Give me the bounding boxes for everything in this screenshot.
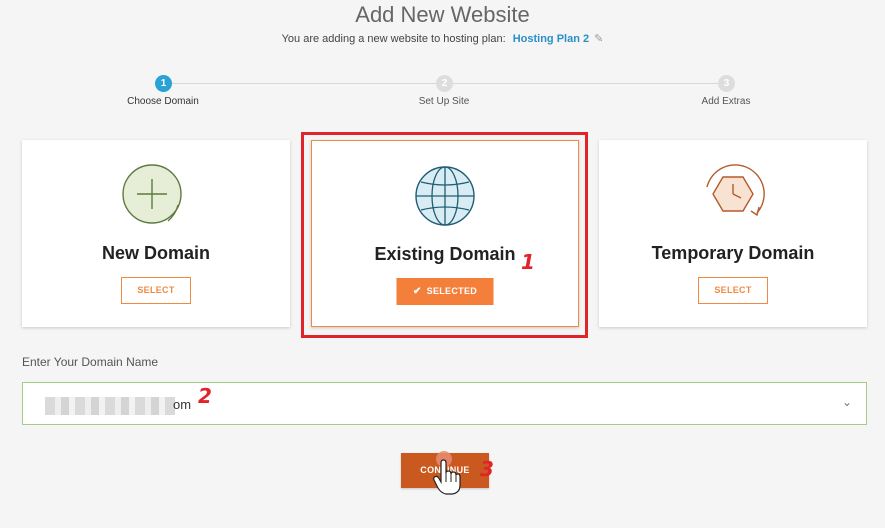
step-1-dot: 1 [155, 75, 172, 92]
selected-label: SELECTED [426, 286, 478, 296]
temporary-domain-select-button[interactable]: SELECT [698, 277, 768, 304]
hosting-plan-link[interactable]: Hosting Plan 2 [513, 33, 589, 45]
clock-icon [697, 163, 769, 234]
check-icon: ✔ [412, 286, 422, 297]
page-title: Add New Website [355, 2, 530, 27]
temporary-domain-title: Temporary Domain [651, 243, 815, 263]
step-3-label: Add Extras [701, 96, 751, 107]
step-2-dot: 2 [436, 75, 453, 92]
progress-steps: 1 2 3 Choose Domain Set Up Site Add Extr… [0, 75, 885, 115]
existing-domain-card[interactable]: Existing Domain ✔ SELECTED [311, 140, 579, 327]
step-connector [172, 83, 436, 84]
pencil-icon[interactable]: ✎ [594, 33, 603, 45]
annotation-1: 1 [521, 250, 535, 274]
subtitle-text: You are adding a new website to hosting … [281, 33, 506, 45]
temporary-domain-card[interactable]: Temporary Domain SELECT [599, 140, 867, 327]
plus-circle-icon [120, 163, 192, 234]
chevron-down-icon[interactable]: ⌄ [842, 395, 852, 409]
step-2-label: Set Up Site [418, 96, 470, 107]
page-subtitle: You are adding a new website to hosting … [0, 32, 885, 45]
annotation-3: 3 [480, 457, 494, 481]
globe-icon [413, 164, 477, 233]
domain-select[interactable]: om ⌄ [22, 382, 867, 425]
domain-value-suffix: om [173, 397, 192, 412]
new-domain-card[interactable]: New Domain SELECT [22, 140, 290, 327]
new-domain-title: New Domain [101, 243, 211, 263]
hand-cursor-icon [433, 459, 461, 500]
annotation-2: 2 [198, 384, 212, 408]
step-3-dot: 3 [718, 75, 735, 92]
new-domain-select-button[interactable]: SELECT [121, 277, 191, 304]
existing-domain-selected-button[interactable]: ✔ SELECTED [396, 278, 494, 305]
redacted-domain [45, 397, 175, 415]
domain-name-label: Enter Your Domain Name [22, 355, 159, 369]
step-1-label: Choose Domain [127, 96, 199, 107]
existing-domain-title: Existing Domain [374, 244, 516, 264]
step-connector [453, 83, 718, 84]
